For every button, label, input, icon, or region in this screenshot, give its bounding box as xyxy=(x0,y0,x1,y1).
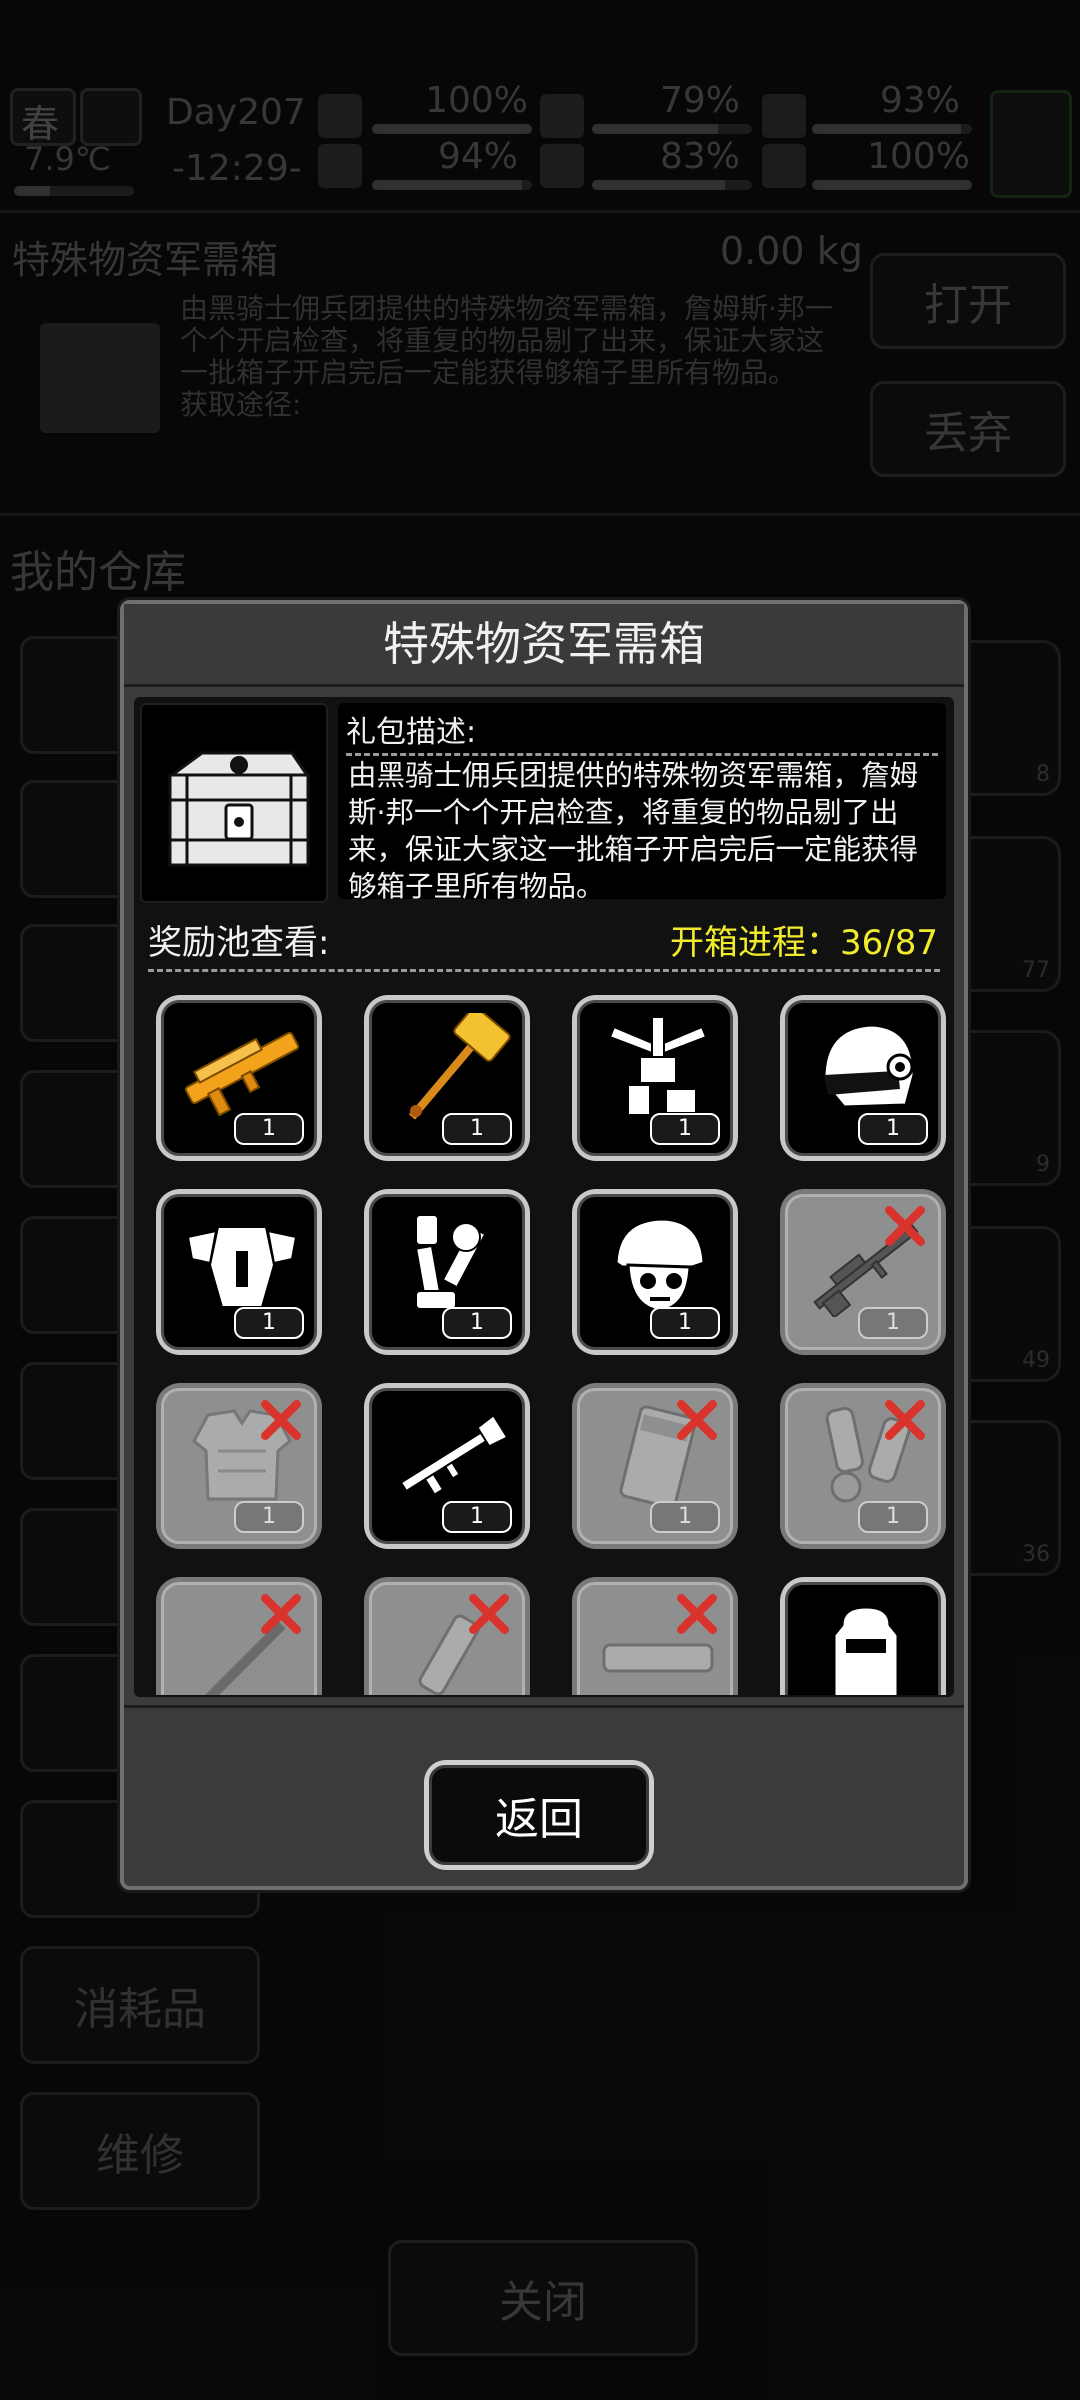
quantity-badge: 1 xyxy=(234,1501,304,1533)
reward-slot[interactable]: 1 xyxy=(156,1383,322,1549)
crate-icon xyxy=(140,703,328,903)
reward-slot[interactable] xyxy=(572,1577,738,1695)
reward-slot[interactable]: 1 xyxy=(572,995,738,1161)
reward-grid[interactable]: 1 1 1 1 1 1 1 1 1 1 1 1 xyxy=(156,995,946,1695)
reward-slot[interactable] xyxy=(364,1577,530,1695)
not-obtained-mark-icon xyxy=(261,1400,301,1440)
reward-slot[interactable] xyxy=(156,1577,322,1695)
not-obtained-mark-icon xyxy=(885,1400,925,1440)
quantity-badge: 1 xyxy=(442,1113,512,1145)
not-obtained-mark-icon xyxy=(677,1594,717,1634)
reward-slot[interactable]: 1 xyxy=(156,1189,322,1355)
backpack-icon xyxy=(832,1605,900,1695)
reward-slot[interactable]: 1 xyxy=(780,995,946,1161)
divider xyxy=(346,753,938,756)
golden-rifle-icon xyxy=(184,1031,300,1117)
not-obtained-mark-icon xyxy=(677,1400,717,1440)
dialog-title: 特殊物资军需箱 xyxy=(124,604,964,687)
quantity-badge: 1 xyxy=(650,1113,720,1145)
mech-arms-icon xyxy=(608,1016,708,1116)
description-box: 礼包描述: 由黑骑士佣兵团提供的特殊物资军需箱，詹姆斯·邦一个个开启检查，将重复… xyxy=(338,703,946,903)
reward-pool-label: 奖励池查看: xyxy=(148,923,330,963)
reward-slot[interactable]: 1 xyxy=(364,995,530,1161)
reward-slot[interactable]: 1 xyxy=(572,1189,738,1355)
mech-armor-icon xyxy=(186,1226,298,1308)
tactical-helmet-icon xyxy=(822,1023,916,1109)
quantity-badge: 1 xyxy=(650,1307,720,1339)
skull-helmet-icon xyxy=(614,1217,706,1313)
reward-slot[interactable]: 1 xyxy=(780,1383,946,1549)
golden-hammer-icon xyxy=(408,1013,511,1120)
robot-arm-icon xyxy=(414,1214,487,1310)
back-button[interactable]: 返回 xyxy=(424,1760,654,1870)
reward-slot[interactable]: 1 xyxy=(364,1189,530,1355)
reward-pool-dialog: 特殊物资军需箱 礼包描述: 由黑骑士佣兵团提供的特殊物资军需箱，詹姆斯·邦一个个… xyxy=(120,600,968,1890)
dialog-footer: 返回 xyxy=(124,1705,964,1889)
back-button-label: 返回 xyxy=(429,1765,649,1865)
not-obtained-mark-icon xyxy=(469,1594,509,1634)
quantity-badge: 1 xyxy=(650,1501,720,1533)
reward-slot[interactable]: 1 xyxy=(780,1189,946,1355)
reward-slot[interactable]: 1 xyxy=(572,1383,738,1549)
description-label: 礼包描述: xyxy=(346,715,477,750)
quantity-badge: 1 xyxy=(442,1501,512,1533)
dialog-content: 礼包描述: 由黑骑士佣兵团提供的特殊物资军需箱，詹姆斯·邦一个个开启检查，将重复… xyxy=(134,697,954,1697)
rocket-launcher-icon xyxy=(399,1413,509,1496)
reward-slot[interactable] xyxy=(780,1577,946,1695)
quantity-badge: 1 xyxy=(442,1307,512,1339)
quantity-badge: 1 xyxy=(234,1113,304,1145)
divider xyxy=(148,969,940,972)
not-obtained-mark-icon xyxy=(885,1206,925,1246)
reward-slot[interactable]: 1 xyxy=(364,1383,530,1549)
quantity-badge: 1 xyxy=(858,1501,928,1533)
quantity-badge: 1 xyxy=(858,1113,928,1145)
reward-slot[interactable]: 1 xyxy=(156,995,322,1161)
not-obtained-mark-icon xyxy=(261,1594,301,1634)
description-text: 由黑骑士佣兵团提供的特殊物资军需箱，詹姆斯·邦一个个开启检查，将重复的物品剔了出… xyxy=(348,759,919,903)
open-progress: 开箱进程：36/87 xyxy=(670,923,938,963)
quantity-badge: 1 xyxy=(858,1307,928,1339)
quantity-badge: 1 xyxy=(234,1307,304,1339)
